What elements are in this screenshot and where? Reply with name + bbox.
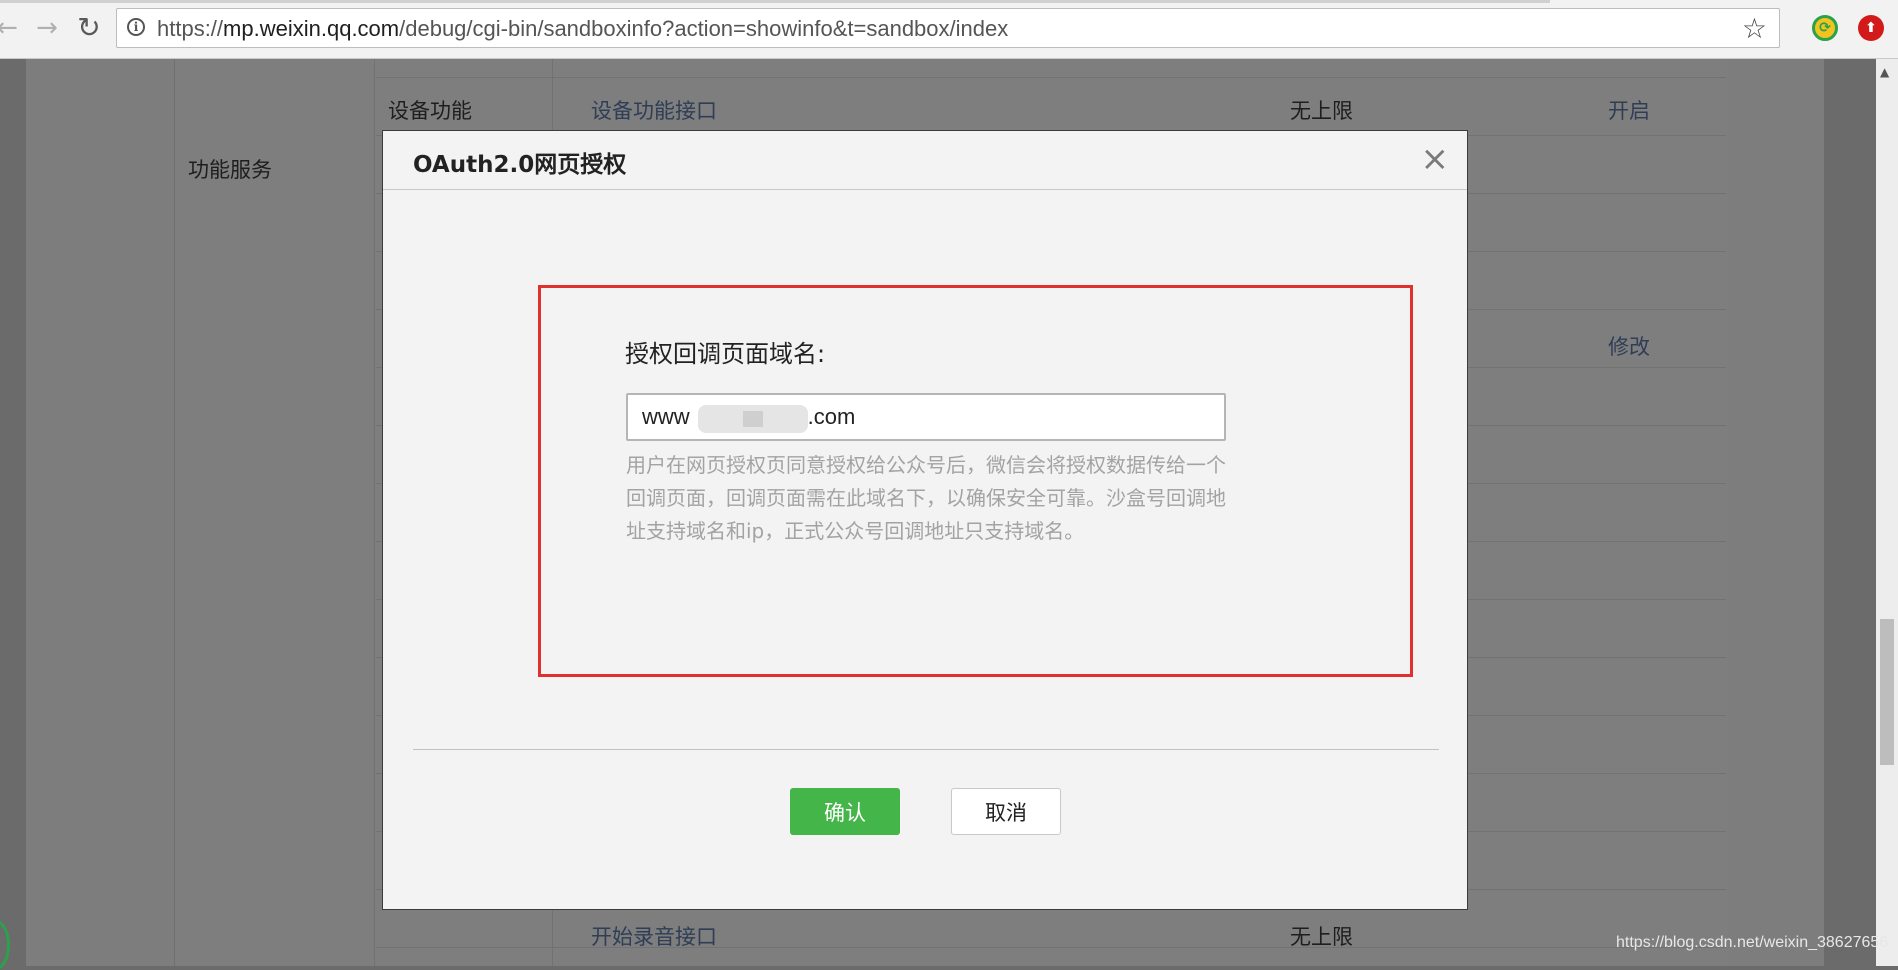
- cancel-button[interactable]: 取消: [951, 788, 1061, 835]
- scroll-thumb[interactable]: [1880, 619, 1894, 765]
- site-info-icon[interactable]: i: [127, 18, 145, 36]
- forward-button[interactable]: →: [30, 11, 64, 45]
- watermark: https://blog.csdn.net/weixin_38627656: [1616, 934, 1889, 951]
- dialog-title: OAuth2.0网页授权: [413, 152, 627, 178]
- confirm-button[interactable]: 确认: [790, 788, 900, 835]
- back-button[interactable]: ←: [0, 11, 24, 45]
- helper-text: 用户在网页授权页同意授权给公众号后，微信会将授权数据传给一个回调页面，回调页面需…: [626, 453, 1226, 543]
- domain-value-suffix: .com: [807, 404, 856, 429]
- page-scrollbar[interactable]: ▲: [1876, 59, 1898, 966]
- callback-domain-label: 授权回调页面域名:: [625, 340, 826, 368]
- redacted-blur: [743, 411, 763, 427]
- table-row-line: [376, 947, 1726, 948]
- api-link[interactable]: 开始录音接口: [591, 921, 717, 951]
- limit-value: 无上限: [1290, 99, 1353, 123]
- limit-value: 无上限: [1290, 925, 1353, 949]
- feature-name: 设备功能: [388, 99, 472, 123]
- bookmark-star-icon[interactable]: ☆: [1742, 12, 1767, 45]
- dialog-header: OAuth2.0网页授权 ×: [383, 131, 1467, 190]
- url-path: /debug/cgi-bin/sandboxinfo?action=showin…: [399, 16, 1009, 41]
- oauth-dialog: OAuth2.0网页授权 × 授权回调页面域名: www .com 用户在网页授权…: [382, 130, 1468, 910]
- extension-icon[interactable]: ⟳: [1812, 15, 1838, 41]
- scroll-up-arrow-icon[interactable]: ▲: [1880, 65, 1889, 79]
- address-bar[interactable]: i https://mp.weixin.qq.com/debug/cgi-bin…: [116, 8, 1780, 48]
- extension-upload-icon[interactable]: ⬆: [1858, 15, 1884, 41]
- modify-link[interactable]: 修改: [1608, 331, 1650, 361]
- section-label: 功能服务: [188, 158, 272, 182]
- reload-button[interactable]: ↻: [72, 11, 106, 45]
- tab-strip: [0, 0, 1550, 3]
- domain-value-prefix: www: [642, 404, 690, 429]
- browser-toolbar: ← → ↻ i https://mp.weixin.qq.com/debug/c…: [0, 0, 1898, 59]
- callback-domain-input[interactable]: www .com: [626, 393, 1226, 441]
- enable-link[interactable]: 开启: [1608, 95, 1650, 125]
- table-divider: [374, 59, 375, 966]
- url-text[interactable]: https://mp.weixin.qq.com/debug/cgi-bin/s…: [157, 16, 1008, 42]
- api-link[interactable]: 设备功能接口: [591, 95, 717, 125]
- close-icon[interactable]: ×: [1421, 139, 1450, 179]
- table-row-line: [376, 77, 1726, 78]
- url-scheme: https://: [157, 16, 224, 41]
- dialog-divider: [413, 749, 1439, 750]
- url-host: mp.weixin.qq.com: [223, 16, 400, 41]
